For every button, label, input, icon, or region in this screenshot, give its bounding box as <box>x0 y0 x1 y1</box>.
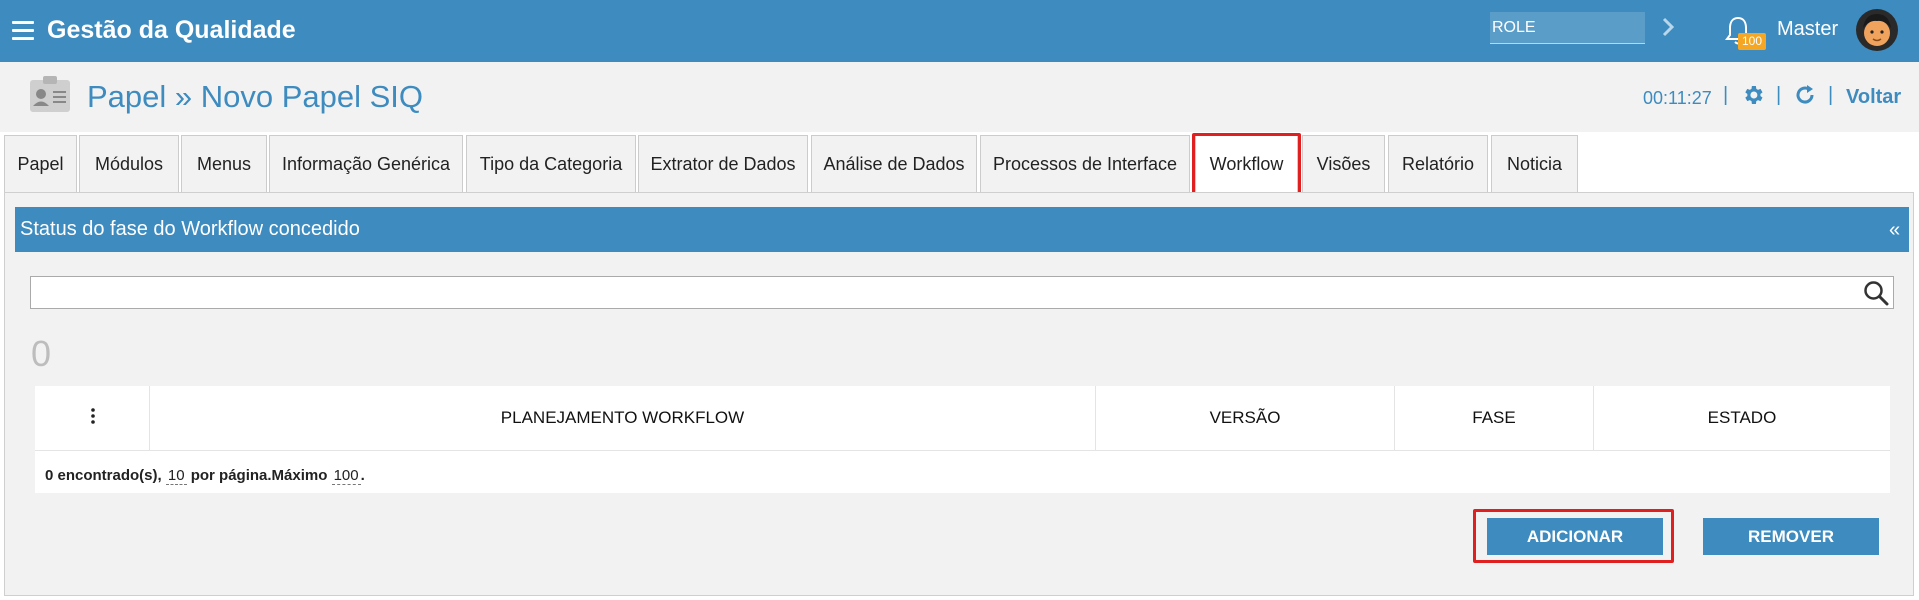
chevron-right-icon[interactable] <box>1658 14 1678 40</box>
id-card-icon <box>30 76 70 112</box>
tab-tipo-da-categoria[interactable]: Tipo da Categoria <box>466 135 636 192</box>
tab-noticia[interactable]: Noticia <box>1491 135 1578 192</box>
search-icon[interactable] <box>1863 280 1889 306</box>
user-name[interactable]: Master <box>1777 18 1838 41</box>
back-link[interactable]: Voltar <box>1846 86 1901 109</box>
separator: | <box>1828 84 1834 106</box>
per-page-text: por página.Máximo <box>190 467 328 484</box>
tab-visoes[interactable]: Visões <box>1302 135 1385 192</box>
tab-processos-de-interface[interactable]: Processos de Interface <box>980 135 1190 192</box>
column-header-fase[interactable]: FASE <box>1395 386 1594 450</box>
tab-informacao-generica[interactable]: Informação Genérica <box>269 135 463 192</box>
avatar[interactable] <box>1855 8 1899 52</box>
top-bar: Gestão da Qualidade 100 Master <box>0 0 1919 62</box>
page-title: Papel » Novo Papel SIQ <box>87 79 424 114</box>
column-header-versao[interactable]: VERSÃO <box>1096 386 1395 450</box>
tab-relatorio[interactable]: Relatório <box>1388 135 1488 192</box>
footer-suffix: . <box>360 467 365 484</box>
add-button[interactable]: ADICIONAR <box>1487 518 1663 555</box>
tab-extrator-de-dados[interactable]: Extrator de Dados <box>638 135 808 192</box>
gear-icon[interactable] <box>1741 83 1765 107</box>
table-divider <box>35 450 1890 451</box>
page-header: Papel » Novo Papel SIQ 00:11:27 | | | Vo… <box>0 62 1919 132</box>
separator: | <box>1723 84 1729 106</box>
kebab-menu-icon[interactable] <box>91 408 95 424</box>
session-timer: 00:11:27 <box>1643 88 1712 108</box>
result-count: 0 <box>31 333 52 374</box>
collapse-icon[interactable]: « <box>1889 219 1900 242</box>
found-count-text: 0 encontrado(s), <box>45 467 162 484</box>
tab-papel[interactable]: Papel <box>4 135 77 192</box>
separator: | <box>1776 84 1782 106</box>
tab-analise-de-dados[interactable]: Análise de Dados <box>811 135 977 192</box>
menu-icon[interactable] <box>12 21 34 40</box>
pagination-info: 0 encontrado(s), 10 por página.Máximo 10… <box>45 467 365 485</box>
per-page-selector[interactable]: 10 <box>165 467 187 485</box>
refresh-icon[interactable] <box>1793 83 1817 107</box>
column-header-estado[interactable]: ESTADO <box>1594 386 1890 450</box>
search-input[interactable] <box>30 276 1894 309</box>
section-title: Status do fase do Workflow concedido <box>20 218 360 240</box>
app-title: Gestão da Qualidade <box>47 16 296 44</box>
notification-badge: 100 <box>1738 33 1766 50</box>
tab-modulos[interactable]: Módulos <box>79 135 179 192</box>
tab-menus[interactable]: Menus <box>181 135 267 192</box>
role-input[interactable] <box>1490 12 1645 44</box>
tab-workflow[interactable]: Workflow <box>1195 135 1298 192</box>
max-selector[interactable]: 100 <box>331 467 361 485</box>
column-header-planejamento-workflow[interactable]: PLANEJAMENTO WORKFLOW <box>150 386 1096 450</box>
remove-button[interactable]: REMOVER <box>1703 518 1879 555</box>
